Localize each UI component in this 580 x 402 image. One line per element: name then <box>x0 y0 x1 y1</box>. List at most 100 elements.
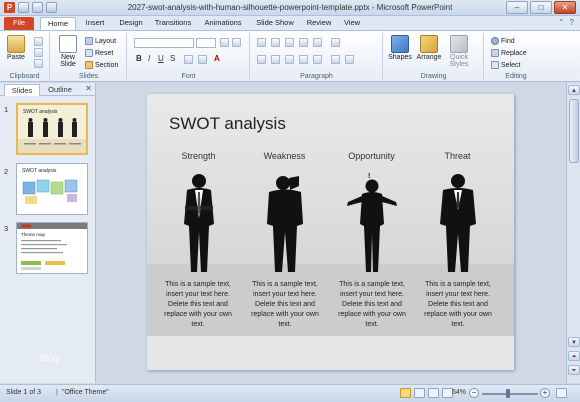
increase-indent-icon[interactable] <box>299 38 308 47</box>
tab-home[interactable]: Home <box>40 17 76 30</box>
font-color-icon[interactable]: A <box>214 54 220 63</box>
heading-threat[interactable]: Threat <box>414 151 501 161</box>
italic-icon[interactable]: I <box>148 54 150 63</box>
clipboard-group: Paste Clipboard <box>0 33 50 81</box>
line-spacing-icon[interactable] <box>313 38 322 47</box>
zoom-in-button[interactable]: + <box>540 388 550 398</box>
text-opportunity[interactable]: This is a sample text, insert your text … <box>331 280 413 330</box>
font-name-dropdown[interactable] <box>134 38 194 48</box>
text-threat[interactable]: This is a sample text, insert your text … <box>417 280 499 330</box>
slide-editor: SWOT analysis Strength Weakness Opportun… <box>97 83 565 383</box>
tab-transitions[interactable]: Transitions <box>150 17 196 30</box>
help-icon[interactable]: ? <box>570 18 574 27</box>
paragraph-label: Paragraph <box>300 73 333 80</box>
vertical-scrollbar[interactable]: ▲ ▼ ⏶ ⏷ <box>566 83 580 383</box>
find-button[interactable]: Find <box>491 37 515 45</box>
align-text-icon[interactable] <box>331 55 340 64</box>
font-group: B I U S A Font <box>128 33 250 81</box>
copy-icon[interactable] <box>34 48 43 57</box>
svg-text:!: ! <box>368 173 370 180</box>
bold-icon[interactable]: B <box>136 54 142 63</box>
zoom-level[interactable]: 64% <box>452 389 466 396</box>
new-slide-button[interactable]: New Slide <box>55 35 81 68</box>
maximize-button[interactable]: □ <box>530 1 552 14</box>
slide-canvas[interactable]: SWOT analysis Strength Weakness Opportun… <box>147 94 514 370</box>
close-panel-icon[interactable]: ✕ <box>85 84 92 93</box>
slide-number-3: 3 <box>4 224 9 233</box>
previous-slide-icon[interactable]: ⏶ <box>568 351 580 361</box>
slide-thumbnail-2[interactable]: SWOT analysis <box>16 163 88 215</box>
paste-icon <box>7 35 25 53</box>
zoom-out-button[interactable]: − <box>469 388 479 398</box>
section-button[interactable]: Section <box>85 61 118 69</box>
change-case-icon[interactable] <box>198 55 207 64</box>
slide-thumbnail-3[interactable]: Theme map <box>16 222 88 274</box>
tab-insert[interactable]: Insert <box>78 17 112 30</box>
zoom-slider[interactable] <box>482 393 538 395</box>
scrollbar-thumb[interactable] <box>569 99 579 163</box>
tab-animations[interactable]: Animations <box>200 17 246 30</box>
ribbon: Paste Clipboard New Slide Layout Reset S… <box>0 30 580 82</box>
quick-styles-button[interactable]: Quick Styles <box>444 35 474 68</box>
tab-file[interactable]: File <box>4 17 34 30</box>
reset-icon <box>85 49 93 57</box>
layout-button[interactable]: Layout <box>85 37 116 45</box>
reset-button[interactable]: Reset <box>85 49 113 57</box>
drawing-group: Shapes Arrange Quick Styles Drawing <box>384 33 484 81</box>
smartart-icon[interactable] <box>345 55 354 64</box>
replace-button[interactable]: Replace <box>491 49 527 57</box>
slide-thumbnail-1[interactable]: SWOT analysis <box>16 103 88 155</box>
zoom-slider-handle[interactable] <box>506 389 510 398</box>
tab-view[interactable]: View <box>338 17 366 30</box>
bullets-icon[interactable] <box>257 38 266 47</box>
close-button[interactable]: ✕ <box>554 1 576 14</box>
text-weakness[interactable]: This is a sample text, insert your text … <box>244 280 326 330</box>
minimize-ribbon-icon[interactable]: ⌃ <box>558 18 565 27</box>
slides-group: New Slide Layout Reset Section Slides <box>51 33 127 81</box>
clipboard-label: Clipboard <box>9 73 40 80</box>
tab-design[interactable]: Design <box>114 17 148 30</box>
arrange-button[interactable]: Arrange <box>414 35 444 61</box>
decrease-indent-icon[interactable] <box>285 38 294 47</box>
cut-icon[interactable] <box>34 37 43 46</box>
ribbon-right-controls: ⌃ ? <box>558 18 574 27</box>
align-left-icon[interactable] <box>257 55 266 64</box>
slide-sorter-icon[interactable] <box>414 388 425 398</box>
heading-strength[interactable]: Strength <box>155 151 242 161</box>
heading-weakness[interactable]: Weakness <box>241 151 328 161</box>
font-size-dropdown[interactable] <box>196 38 216 48</box>
thumbnail-1-title: SWOT analysis <box>23 109 58 115</box>
normal-view-icon[interactable] <box>400 388 411 398</box>
reading-view-icon[interactable] <box>428 388 439 398</box>
grow-font-icon[interactable] <box>220 38 229 47</box>
shapes-button[interactable]: Shapes <box>386 35 414 61</box>
scroll-down-icon[interactable]: ▼ <box>568 337 580 347</box>
next-slide-icon[interactable]: ⏷ <box>568 365 580 375</box>
align-right-icon[interactable] <box>285 55 294 64</box>
numbering-icon[interactable] <box>271 38 280 47</box>
theme-name: "Office Theme" <box>62 389 109 396</box>
tab-outline[interactable]: Outline <box>42 84 78 96</box>
tab-slide-show[interactable]: Slide Show <box>252 17 298 30</box>
weakness-silhouette <box>267 176 303 272</box>
tab-slides[interactable]: Slides <box>4 84 40 96</box>
align-center-icon[interactable] <box>271 55 280 64</box>
tab-review[interactable]: Review <box>302 17 336 30</box>
underline-icon[interactable]: U <box>158 54 164 63</box>
format-painter-icon[interactable] <box>34 59 43 68</box>
text-strength[interactable]: This is a sample text, insert your text … <box>157 280 239 330</box>
character-spacing-icon[interactable] <box>184 55 193 64</box>
scroll-up-icon[interactable]: ▲ <box>568 85 580 95</box>
shrink-font-icon[interactable] <box>232 38 241 47</box>
paste-button[interactable]: Paste <box>4 35 28 61</box>
text-direction-icon[interactable] <box>331 38 340 47</box>
columns-icon[interactable] <box>313 55 322 64</box>
slide-title[interactable]: SWOT analysis <box>169 114 286 134</box>
minimize-button[interactable]: – <box>506 1 528 14</box>
heading-opportunity[interactable]: Opportunity <box>328 151 415 161</box>
justify-icon[interactable] <box>299 55 308 64</box>
strikethrough-icon[interactable]: S <box>170 54 175 63</box>
separator-icon: | <box>56 389 58 396</box>
fit-to-window-icon[interactable] <box>556 388 567 398</box>
select-button[interactable]: Select <box>491 61 520 69</box>
